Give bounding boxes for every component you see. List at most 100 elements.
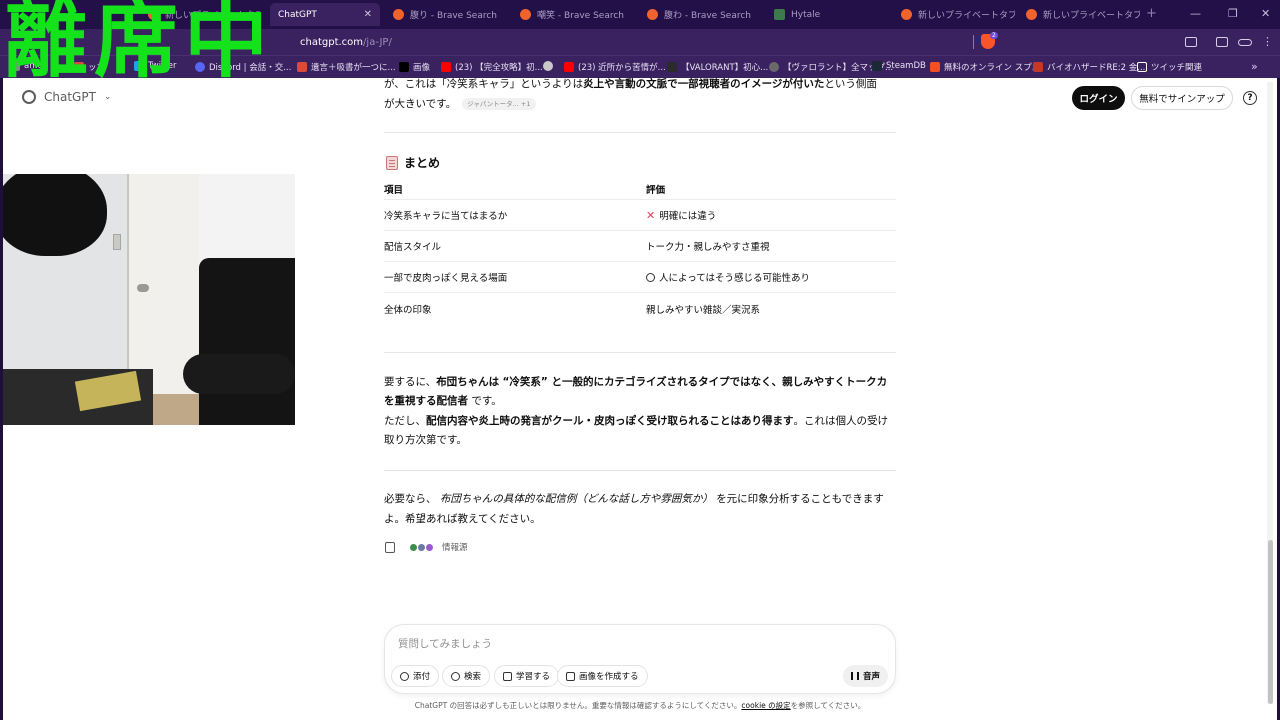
table-row: 冷笑系キャラに当てはまるか ✕ 明確には違う — [384, 200, 896, 231]
scrollbar-thumb[interactable] — [1268, 540, 1273, 704]
tab-title: 腹り - Brave Search — [410, 11, 498, 21]
citation-pill[interactable]: ジャパントータ... +1 — [462, 98, 536, 110]
table-row: 配信スタイル トーク力・親しみやすさ重視 — [384, 231, 896, 262]
cell-text: 人によってはそう感じる可能性あり — [659, 273, 811, 284]
steamdb-icon — [872, 61, 882, 71]
answer-text: ただし、 — [384, 415, 426, 427]
bookmark-item[interactable]: 【VALORANT】初心... — [667, 61, 768, 73]
brave-icon — [393, 9, 404, 20]
shield-count-badge: 2 — [990, 32, 998, 39]
private-glasses-icon[interactable] — [1238, 39, 1252, 46]
summary-title: まとめ — [404, 156, 441, 170]
bookmark-label: 遺言＋吸書が一つに... — [311, 63, 396, 73]
table-cell: 親しみやすい雑談／実況系 — [646, 304, 761, 316]
hytale-icon — [774, 9, 785, 20]
brave-icon — [901, 9, 912, 20]
answer-text: 要するに、 — [384, 376, 437, 388]
answer-text: が、これは「冷笑系キャラ」というよりは — [384, 78, 584, 90]
globe-icon — [451, 671, 460, 681]
tab-title: 嘲笑 - Brave Search — [537, 11, 625, 21]
chatgpt-logo-icon — [22, 90, 36, 104]
bookmark-item[interactable]: (23) 近所から苦情が... — [564, 61, 666, 73]
circle-mark-icon — [646, 272, 655, 282]
column-header: 評価 — [646, 184, 666, 196]
answer-italic: 布団ちゃんの具体的な配信例（どんな話し方や雰囲気か） — [439, 493, 713, 505]
summary-heading: まとめ — [386, 154, 440, 171]
globe-icon — [543, 61, 553, 71]
image-icon — [566, 671, 575, 681]
url-path: /ja-JP/ — [363, 36, 392, 48]
bookmark-item[interactable]: バイオハザードRE:2 金... — [1033, 61, 1145, 73]
chevron-down-icon: ⌄ — [103, 92, 112, 102]
bookmark-label: 無料のオンライン スプ... — [944, 63, 1040, 73]
close-icon[interactable]: ✕ — [364, 9, 372, 20]
new-tab-plus-icon[interactable]: + — [1146, 6, 1157, 21]
column-header: 項目 — [384, 184, 404, 196]
answer-text: 。これは個人の受け — [793, 415, 889, 427]
conclusion-paragraph: 要するに、布団ちゃんは “冷笑系” と一般的にカテゴライズされるタイプではなく、… — [384, 372, 887, 392]
bookmark-item[interactable]: 無料のオンライン スプ... — [930, 61, 1040, 73]
copy-icon[interactable] — [385, 541, 395, 553]
brand-name: ChatGPT — [44, 90, 96, 104]
study-button[interactable]: 学習する — [494, 665, 560, 687]
table-header: 項目 評価 — [384, 178, 896, 200]
tab-search-1[interactable]: 腹り - Brave Search — [385, 3, 507, 26]
answer-text: です。 — [471, 395, 502, 407]
cam-door-knob — [137, 284, 149, 292]
restore-icon[interactable]: ❐ — [1228, 7, 1238, 20]
tab-private-3[interactable]: 新しいプライベートタブ — [1018, 3, 1140, 26]
tab-search-3[interactable]: 腹わ - Brave Search — [639, 3, 761, 26]
bookmark-item[interactable]: (23) 【完全攻略】初... — [441, 61, 543, 73]
bookmark-item[interactable]: 遺言＋吸書が一つに... — [297, 61, 396, 73]
answer-text: よ。希望あれば教えてください。 — [384, 513, 541, 525]
bookmark-folder[interactable]: ツイッチ関連 — [1137, 61, 1202, 73]
answer-bold: 炎上や言動の文脈で一部視聴者のイメージが付いた — [583, 78, 825, 90]
source-favicon-icon — [425, 542, 434, 552]
x-icon — [399, 62, 409, 72]
sidebar-icon[interactable] — [1216, 37, 1228, 47]
brand-menu[interactable]: ChatGPT ⌄ — [22, 90, 111, 104]
divider — [384, 470, 896, 471]
bookmark-item[interactable]: SteamDB — [872, 61, 926, 71]
tab-title: ChatGPT — [278, 9, 317, 20]
menu-icon[interactable]: ⋮ — [1262, 35, 1273, 48]
tab-private-2[interactable]: 新しいプライベートタブ — [893, 3, 1015, 26]
bookmark-favicon-icon — [1033, 62, 1043, 72]
tab-hytale[interactable]: Hytale — [766, 3, 888, 26]
chip-label: 学習する — [516, 672, 551, 682]
attach-button[interactable]: 添付 — [391, 665, 440, 687]
bookmark-item[interactable]: 画像 — [399, 61, 430, 73]
window-close-icon[interactable]: ✕ — [1261, 7, 1270, 20]
cookie-settings-link[interactable]: cookie の設定 — [741, 701, 790, 710]
citation-more: +1 — [520, 100, 531, 108]
search-button[interactable]: 検索 — [442, 665, 491, 687]
tab-chatgpt[interactable]: ChatGPT ✕ — [270, 3, 380, 26]
answer-paragraph: が、これは「冷笑系キャラ」というよりは炎上や言動の文脈で一部視聴者のイメージが付… — [384, 74, 877, 94]
bookmark-item[interactable] — [543, 61, 557, 71]
webcam-overlay — [3, 174, 295, 425]
answer-bold: 配信内容や炎上時の発言がクール・皮肉っぽく受け取られることはあり得ます — [426, 415, 794, 427]
url-host: chatgpt.com — [300, 36, 364, 48]
login-button[interactable]: ログイン — [1072, 86, 1125, 110]
voice-button[interactable]: 音声 — [843, 665, 889, 687]
tab-search-2[interactable]: 嘲笑 - Brave Search — [512, 3, 634, 26]
voice-label: 音声 — [863, 672, 881, 682]
url-field[interactable]: chatgpt.com/ja-JP/ — [300, 32, 972, 52]
tab-title: Hytale — [791, 9, 821, 20]
create-image-button[interactable]: 画像を作成する — [557, 665, 648, 687]
offer-paragraph: 必要なら、 布団ちゃんの具体的な配信例（どんな話し方や雰囲気か） を元に印象分析… — [384, 489, 884, 509]
minimize-icon[interactable]: — — [1190, 7, 1201, 20]
table-cell: 一部で皮肉っぽく見える場面 — [384, 273, 508, 284]
folder-icon — [1137, 62, 1147, 72]
bookmark-favicon-icon — [769, 62, 779, 72]
chevron-right-icon[interactable]: » — [1251, 60, 1258, 73]
table-cell: 人によってはそう感じる可能性あり — [646, 262, 810, 292]
sources-button[interactable]: 情報源 — [409, 541, 468, 553]
wallet-icon[interactable] — [1185, 37, 1197, 47]
cross-mark-icon: ✕ — [646, 208, 656, 222]
signup-button[interactable]: 無料でサインアップ — [1131, 86, 1233, 110]
prompt-input[interactable] — [398, 635, 878, 653]
tab-title: 新しいプライベートタブ — [918, 11, 1015, 21]
help-button[interactable]: ? — [1243, 91, 1257, 105]
answer-text: 取り方次第です。 — [384, 434, 467, 446]
